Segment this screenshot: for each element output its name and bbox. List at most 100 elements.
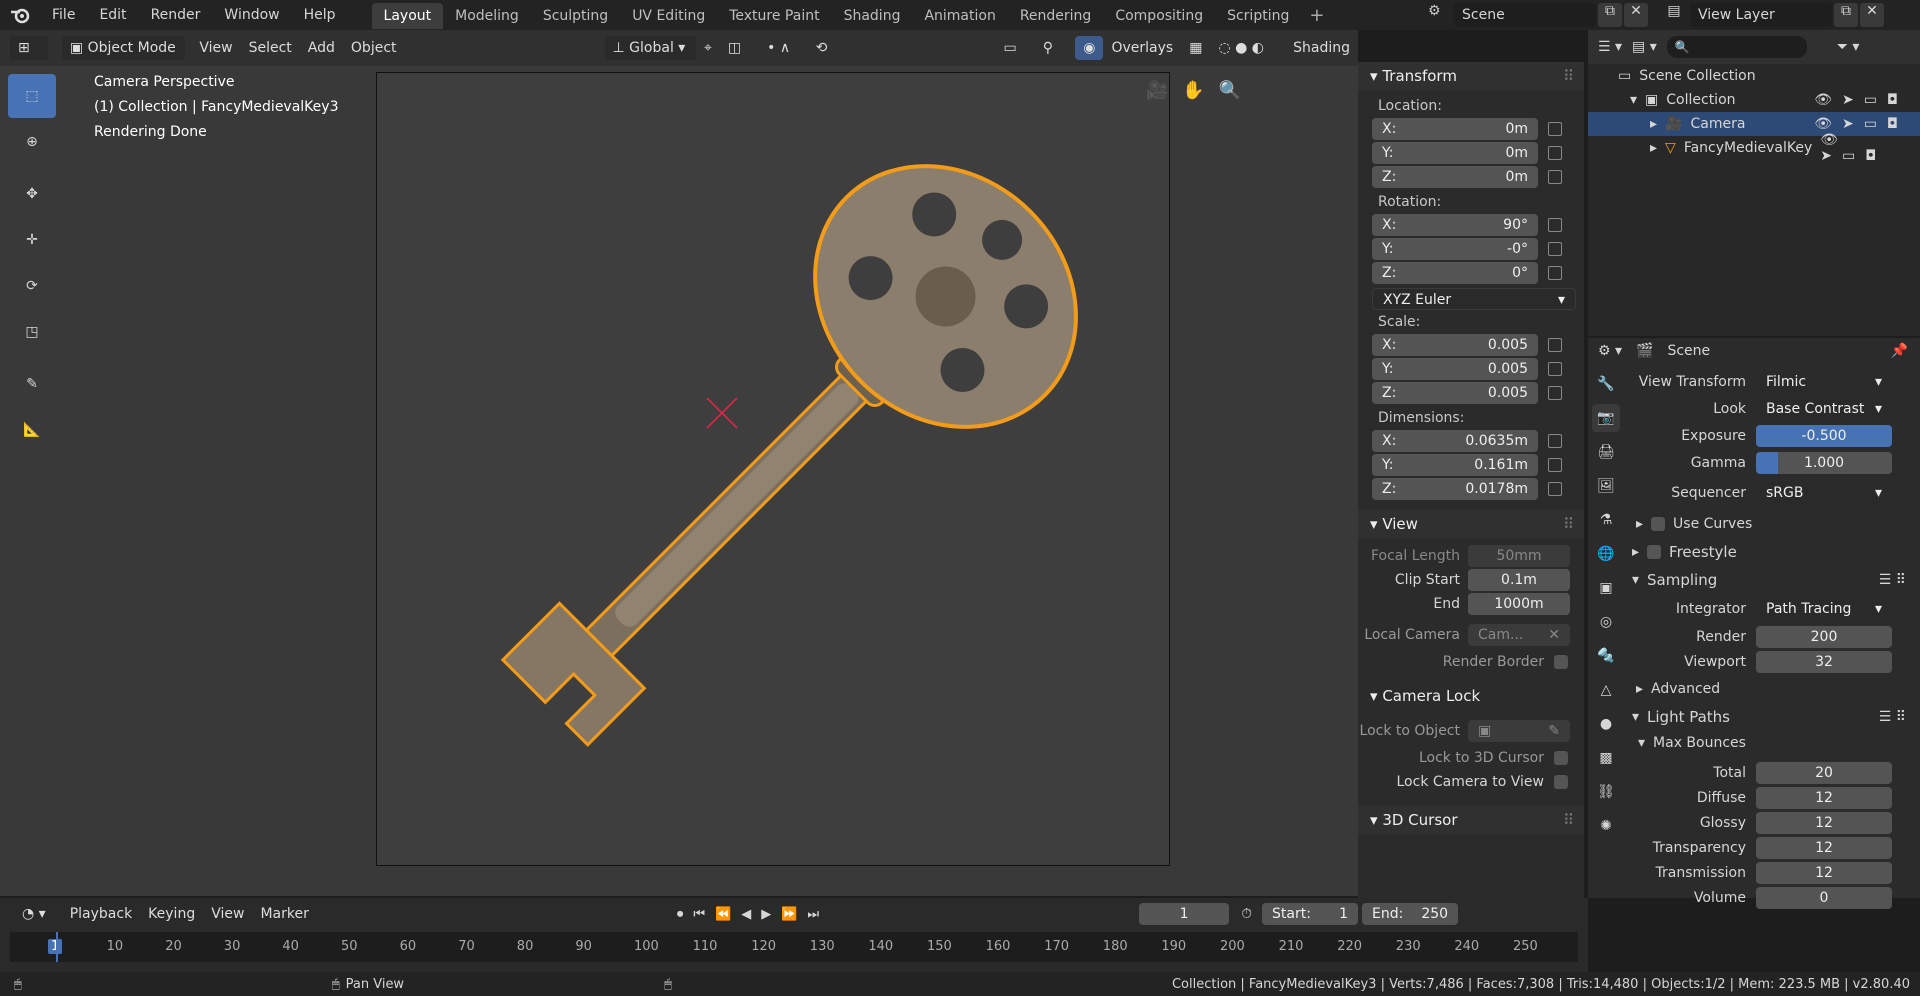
- physics-tab-icon[interactable]: ◎: [1592, 608, 1620, 636]
- 3d-cursor-panel-header[interactable]: ▾ 3D Cursor ⠿: [1358, 806, 1584, 834]
- scene-browse-icon[interactable]: ⚙: [1428, 3, 1454, 27]
- measure-icon[interactable]: 📐: [8, 408, 56, 452]
- shading-modes-icon[interactable]: ◌ ● ◐ ◉: [1210, 36, 1285, 80]
- object-tab-icon[interactable]: ▣: [1592, 574, 1620, 602]
- view-object-types-icon[interactable]: ▭ ▾: [995, 36, 1034, 80]
- lock-to-object-field[interactable]: ▣ ✎: [1468, 720, 1570, 742]
- overlays-dropdown[interactable]: ◉: [1075, 36, 1104, 60]
- render-border-checkbox[interactable]: [1554, 655, 1568, 669]
- scale-field-x[interactable]: X: 0.005: [1372, 334, 1538, 356]
- bounce-field-transparency[interactable]: 12: [1756, 836, 1892, 859]
- timeline-menu-view[interactable]: View: [203, 902, 252, 926]
- render-tab-icon[interactable]: 📷: [1592, 404, 1620, 432]
- start-frame-field[interactable]: Start: 1: [1262, 903, 1359, 925]
- bounce-field-volume[interactable]: 0: [1756, 886, 1892, 909]
- camera-visibility-icons[interactable]: 👁➤▭◘: [1814, 116, 1908, 132]
- tab-uv-editing[interactable]: UV Editing: [620, 3, 717, 29]
- scene-copy-icon[interactable]: ⧉: [1598, 3, 1622, 27]
- viewport-menu-select[interactable]: Select: [241, 36, 300, 60]
- data-tab-icon[interactable]: △: [1592, 676, 1620, 704]
- zoom-icon[interactable]: 🔍: [1219, 80, 1241, 101]
- sampling-panel-header[interactable]: ▾ Sampling ☰ ⠿: [1632, 566, 1916, 594]
- collection-visibility-icons[interactable]: 👁➤▭◘: [1814, 92, 1908, 108]
- tab-layout[interactable]: Layout: [371, 3, 444, 29]
- record-icon[interactable]: ⏺: [677, 907, 684, 922]
- scale-field-z[interactable]: Z: 0.005: [1372, 382, 1538, 404]
- gamma-slider[interactable]: 1.000: [1756, 451, 1892, 474]
- view-layer-icon[interactable]: ▤: [1658, 3, 1690, 27]
- tab-sculpting[interactable]: Sculpting: [531, 3, 620, 29]
- scene-close-icon[interactable]: ✕: [1624, 3, 1648, 27]
- play-reverse-icon[interactable]: ◀: [741, 907, 751, 922]
- tab-texture-paint[interactable]: Texture Paint: [717, 3, 831, 29]
- rotation-field-y[interactable]: Y: -0°: [1372, 238, 1538, 260]
- lock-icon[interactable]: [1548, 266, 1562, 280]
- pan-hand-icon[interactable]: ✋: [1182, 80, 1204, 101]
- outliner-item-key[interactable]: ▸ ▽ FancyMedievalKey 👁➤▭◘: [1588, 132, 1920, 164]
- exposure-slider[interactable]: -0.500: [1756, 424, 1892, 447]
- prev-keyframe-icon[interactable]: ⏪: [715, 907, 731, 922]
- scene-collection-row[interactable]: ▭ Scene Collection: [1588, 64, 1920, 88]
- menu-render[interactable]: Render: [139, 0, 213, 30]
- particles-tab-icon[interactable]: ✺: [1592, 812, 1620, 840]
- menu-help[interactable]: Help: [292, 0, 348, 30]
- lock-icon[interactable]: [1548, 386, 1562, 400]
- viewport-menu-view[interactable]: View: [191, 36, 240, 60]
- properties-editor-type-icon[interactable]: ⚙ ▾: [1598, 343, 1622, 359]
- transform-panel-header[interactable]: ▾ Transform ⠿: [1358, 62, 1584, 90]
- rotation-field-z[interactable]: Z: 0°: [1372, 262, 1538, 284]
- location-field-x[interactable]: X: 0m: [1372, 118, 1538, 140]
- view-layer-copy-icon[interactable]: ⧉: [1834, 3, 1858, 27]
- viewport-samples-field[interactable]: 32: [1756, 650, 1892, 673]
- render-samples-field[interactable]: 200: [1756, 625, 1892, 648]
- bounce-field-total[interactable]: 20: [1756, 761, 1892, 784]
- scene-tab-icon[interactable]: ⚗: [1592, 506, 1620, 534]
- playhead[interactable]: [56, 932, 58, 962]
- lock-icon[interactable]: [1548, 242, 1562, 256]
- texture-tab-icon[interactable]: ▩: [1592, 744, 1620, 772]
- rotation-mode-dropdown[interactable]: XYZ Euler ▾: [1372, 288, 1576, 310]
- gizmo-toggle-icon[interactable]: ⚲ ▾: [1035, 36, 1071, 80]
- rotation-field-x[interactable]: X: 90°: [1372, 214, 1538, 236]
- camera-lock-header[interactable]: ▾ Camera Lock: [1358, 682, 1584, 710]
- tool-tab-icon[interactable]: 🔧: [1592, 370, 1620, 398]
- xray-icon[interactable]: ▦: [1181, 36, 1210, 60]
- lock-icon[interactable]: [1548, 218, 1562, 232]
- sequencer-dropdown[interactable]: sRGB ▾: [1756, 482, 1892, 504]
- pin-icon[interactable]: 📌: [1891, 343, 1908, 359]
- timeline-editor-type-icon[interactable]: ◔ ▾: [14, 902, 54, 926]
- timeline-menu-marker[interactable]: Marker: [252, 902, 316, 926]
- transform-gizmo-icon[interactable]: ⟲ ▾: [808, 36, 846, 80]
- tab-scripting[interactable]: Scripting: [1215, 3, 1301, 29]
- local-camera-field[interactable]: Cam... ✕: [1468, 624, 1570, 646]
- freestyle-panel[interactable]: ▸ Freestyle: [1632, 538, 1916, 566]
- pivot-icon[interactable]: ⌖: [696, 36, 720, 60]
- key-visibility-icons[interactable]: 👁➤▭◘: [1820, 132, 1908, 164]
- camera-view-icon[interactable]: 🎥: [1146, 80, 1168, 101]
- lock-icon[interactable]: [1548, 362, 1562, 376]
- integrator-dropdown[interactable]: Path Tracing ▾: [1756, 598, 1892, 620]
- focal-length-field[interactable]: 50mm: [1468, 545, 1570, 567]
- lock-icon[interactable]: [1548, 434, 1562, 448]
- max-bounces-header[interactable]: ▾ Max Bounces: [1632, 730, 1916, 756]
- bounce-field-glossy[interactable]: 12: [1756, 811, 1892, 834]
- bounce-field-diffuse[interactable]: 12: [1756, 786, 1892, 809]
- outliner-editor-type-icon[interactable]: ☰ ▾: [1598, 39, 1622, 55]
- shading-label[interactable]: Shading: [1285, 36, 1358, 60]
- tab-rendering[interactable]: Rendering: [1008, 3, 1104, 29]
- look-dropdown[interactable]: Base Contrast ▾: [1756, 397, 1892, 420]
- lock-icon[interactable]: [1548, 338, 1562, 352]
- clip-end-field[interactable]: 1000m: [1468, 593, 1570, 615]
- viewport-menu-add[interactable]: Add: [300, 36, 343, 60]
- lock-icon[interactable]: [1548, 170, 1562, 184]
- next-keyframe-icon[interactable]: ⏩: [781, 907, 797, 922]
- lock-icon[interactable]: [1548, 122, 1562, 136]
- snap-icon[interactable]: ◫ ▾: [720, 36, 759, 80]
- tab-shading[interactable]: Shading: [832, 3, 913, 29]
- menu-edit[interactable]: Edit: [87, 0, 138, 30]
- move-icon[interactable]: ✥: [8, 172, 56, 216]
- end-frame-field[interactable]: End: 250: [1362, 903, 1459, 925]
- jump-start-icon[interactable]: ⏮: [693, 907, 705, 922]
- timeline-ruler[interactable]: 1102030405060708090100110120130140150160…: [10, 932, 1578, 962]
- location-field-z[interactable]: Z: 0m: [1372, 166, 1538, 188]
